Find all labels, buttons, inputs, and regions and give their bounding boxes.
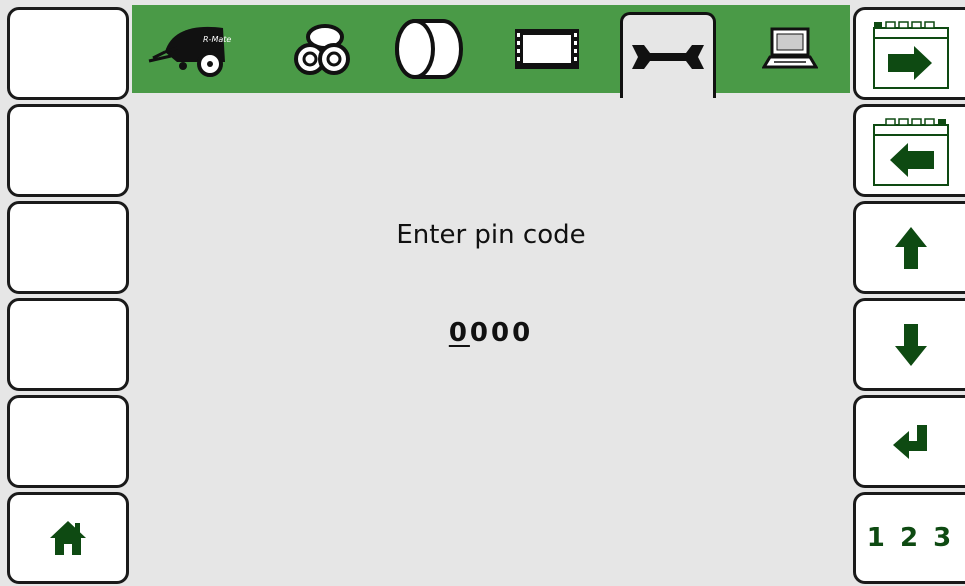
- pin-code-field[interactable]: 0000: [132, 318, 850, 348]
- previous-screen-button[interactable]: [853, 104, 965, 197]
- wrench-icon: [632, 44, 704, 69]
- home-button[interactable]: [7, 492, 129, 584]
- laptop-icon: [762, 27, 818, 69]
- arrow-up-icon: [894, 226, 927, 269]
- film-display-icon: [515, 29, 579, 69]
- enter-icon: [892, 424, 927, 459]
- left-softkey-4[interactable]: [7, 298, 129, 391]
- home-icon: [50, 521, 86, 555]
- baler-brand-label: R-Mate: [203, 35, 231, 44]
- next-screen-icon: [872, 20, 949, 89]
- numeric-keypad-label: 1 2 3: [866, 523, 955, 553]
- arrow-up-button[interactable]: [853, 201, 965, 294]
- tab-service[interactable]: [620, 12, 716, 98]
- bales-stack-icon: [294, 24, 350, 75]
- left-softkey-5[interactable]: [7, 395, 129, 488]
- arrow-down-icon: [894, 323, 927, 366]
- next-screen-button[interactable]: [853, 7, 965, 100]
- pin-digit-3[interactable]: 0: [491, 318, 512, 348]
- numeric-keypad-button[interactable]: 1 2 3: [853, 492, 965, 584]
- tab-bales[interactable]: [272, 5, 372, 93]
- tab-baler[interactable]: R-Mate: [142, 5, 242, 93]
- previous-screen-icon: [872, 117, 949, 186]
- tab-display[interactable]: [492, 5, 602, 93]
- tab-bale[interactable]: [380, 5, 480, 93]
- pin-digit-4[interactable]: 0: [512, 318, 533, 348]
- enter-button[interactable]: [853, 395, 965, 488]
- top-tab-bar: R-Mate: [132, 5, 850, 98]
- left-softkey-1[interactable]: [7, 7, 129, 100]
- arrow-down-button[interactable]: [853, 298, 965, 391]
- page-title: Enter pin code: [396, 220, 586, 250]
- baler-icon: R-Mate: [148, 26, 231, 77]
- pin-digit-2[interactable]: 0: [470, 318, 491, 348]
- bale-icon: [395, 19, 463, 79]
- left-softkey-3[interactable]: [7, 201, 129, 294]
- pin-digit-1[interactable]: 0: [449, 318, 470, 348]
- left-softkey-2[interactable]: [7, 104, 129, 197]
- tab-computer[interactable]: [740, 5, 840, 93]
